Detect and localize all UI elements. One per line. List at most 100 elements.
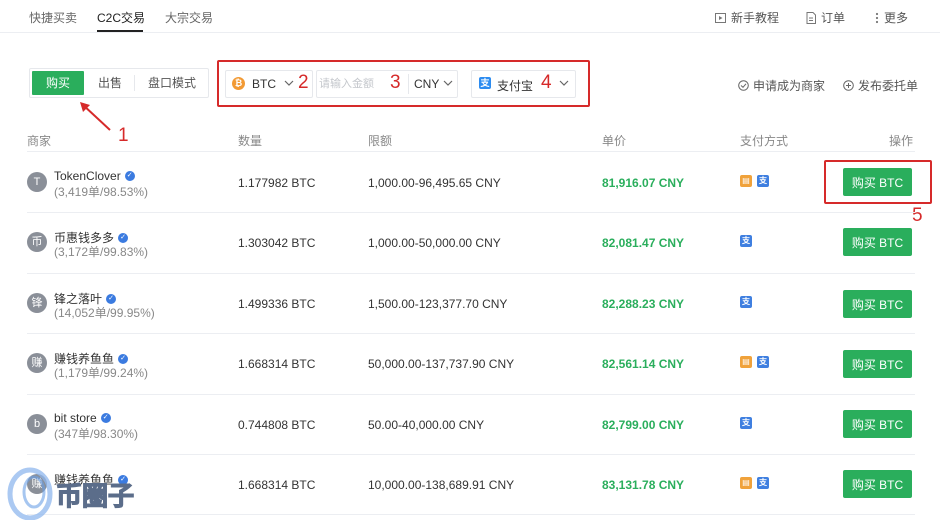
alipay-icon: 支: [757, 477, 769, 489]
sell-mode-button[interactable]: 出售: [86, 69, 134, 97]
chevron-down-icon: [284, 80, 294, 86]
quantity: 1.499336 BTC: [238, 297, 316, 311]
tab-quick-trade[interactable]: 快捷买卖: [29, 9, 77, 26]
quantity: 1.303042 BTC: [238, 236, 316, 250]
verified-icon: ✓: [100, 413, 111, 423]
buy-btc-button[interactable]: 购买 BTC: [843, 228, 912, 256]
post-order-link[interactable]: 发布委托单: [843, 77, 918, 94]
limit: 10,000.00-138,689.91 CNY: [368, 478, 515, 492]
alipay-icon: 支: [740, 417, 752, 429]
annotation-arrow-icon: [80, 102, 111, 131]
apply-merchant-link[interactable]: 申请成为商家: [738, 77, 825, 94]
merchant-stats: (14,052单/99.95%): [54, 306, 155, 320]
watermark-logo-icon: [7, 467, 53, 520]
merchant-name[interactable]: TokenClover ✓: [54, 169, 135, 183]
mode-selector: 购买 出售 盘口模式: [29, 68, 209, 98]
verified-icon: ✓: [118, 353, 129, 364]
coin-select-value: BTC: [252, 77, 276, 91]
quantity: 1.668314 BTC: [238, 478, 316, 492]
header-limit: 限额: [368, 134, 393, 148]
tab-c2c[interactable]: C2C交易: [97, 9, 145, 26]
limit: 1,000.00-50,000.00 CNY: [368, 236, 501, 250]
watermark: 币圈子: [0, 462, 150, 522]
price: 82,081.47 CNY: [602, 236, 685, 250]
table-row: 币 币惠钱多多 ✓ (3,172单/99.83%) 1.303042 BTC 1,…: [0, 213, 940, 273]
alipay-icon: 支: [479, 77, 491, 89]
verified-icon: ✓: [118, 232, 129, 243]
divider: [408, 74, 409, 94]
buy-button-highlight-box: [824, 160, 932, 204]
table-row: 赚 赚钱养鱼鱼 ✓ (1,179单/99.24%) 1.668314 BTC 50…: [0, 334, 940, 394]
price: 81,916.07 CNY: [602, 176, 685, 190]
quantity: 0.744808 BTC: [238, 418, 316, 432]
bank-card-icon: ▤: [740, 477, 752, 489]
chevron-down-icon[interactable]: [443, 80, 453, 86]
table-row: 锋 锋之落叶 ✓ (14,052单/99.95%) 1.499336 BTC 1,…: [0, 274, 940, 334]
avatar: 赚: [27, 353, 47, 373]
price: 82,288.23 CNY: [602, 297, 685, 311]
header-action: 操作: [889, 134, 914, 148]
divider: [27, 514, 915, 515]
more-label: 更多: [884, 11, 909, 25]
tutorial-label: 新手教程: [731, 11, 780, 25]
merchant-name-text: bit store: [54, 411, 97, 425]
alipay-icon: 支: [757, 356, 769, 368]
merchant-stats: (347单/98.30%): [54, 427, 139, 441]
annotation-number: 4: [541, 72, 552, 93]
price: 82,561.14 CNY: [602, 357, 685, 371]
limit: 50.00-40,000.00 CNY: [368, 418, 485, 432]
merchant-stats: (3,172单/99.83%): [54, 245, 149, 259]
watermark-text: 币圈子: [55, 481, 135, 512]
verified-icon: ✓: [124, 171, 135, 181]
limit: 1,500.00-123,377.70 CNY: [368, 297, 508, 311]
annotation-number: 3: [390, 72, 401, 93]
btc-coin-icon: ₿: [232, 77, 245, 90]
limit: 50,000.00-137,737.90 CNY: [368, 357, 515, 371]
tab-block-trade[interactable]: 大宗交易: [165, 9, 213, 26]
header-payment: 支付方式: [740, 134, 789, 148]
avatar: T: [27, 172, 47, 192]
header-price: 单价: [602, 134, 627, 148]
buy-btc-button[interactable]: 购买 BTC: [843, 410, 912, 438]
more-link[interactable]: 更多: [875, 9, 908, 26]
merchant-stats: (3,419单/98.53%): [54, 185, 149, 199]
post-order-label: 发布委托单: [858, 79, 919, 93]
avatar: 锋: [27, 293, 47, 313]
merchant-name-text: TokenClover: [54, 169, 121, 183]
buy-btc-button[interactable]: 购买 BTC: [843, 470, 912, 498]
tutorial-link[interactable]: 新手教程: [715, 9, 779, 26]
orders-label: 订单: [821, 11, 846, 25]
orders-link[interactable]: 订单: [806, 9, 845, 26]
more-dots-icon: [875, 12, 879, 23]
order-book-mode-button[interactable]: 盘口模式: [136, 69, 208, 97]
header-quantity: 数量: [238, 134, 263, 148]
plus-circle-icon: [843, 80, 854, 91]
bank-card-icon: ▤: [740, 356, 752, 368]
table-row: b bit store ✓ (347单/98.30%) 0.744808 BTC …: [0, 395, 940, 455]
document-icon: [806, 11, 816, 24]
annotation-number: 1: [118, 125, 129, 146]
avatar: b: [27, 414, 47, 434]
divider: [134, 75, 135, 91]
buy-mode-button[interactable]: 购买: [32, 71, 84, 95]
alipay-icon: 支: [757, 175, 769, 187]
alipay-icon: 支: [740, 296, 752, 308]
active-tab-indicator: [97, 30, 143, 32]
alipay-icon: 支: [740, 235, 752, 247]
price: 82,799.00 CNY: [602, 418, 685, 432]
quantity: 1.177982 BTC: [238, 176, 316, 190]
annotation-number: 2: [298, 72, 309, 93]
currency-select-value[interactable]: CNY: [414, 77, 439, 91]
verified-icon: ✓: [106, 293, 117, 304]
payment-select-value: 支付宝: [497, 79, 534, 93]
merchant-name[interactable]: bit store ✓: [54, 411, 111, 425]
price: 83,131.78 CNY: [602, 478, 685, 492]
buy-btc-button[interactable]: 购买 BTC: [843, 290, 912, 318]
header-merchant: 商家: [27, 134, 52, 148]
limit: 1,000.00-96,495.65 CNY: [368, 176, 501, 190]
bank-card-icon: ▤: [740, 175, 752, 187]
top-nav: 快捷买卖 C2C交易 大宗交易 新手教程 订单 更多: [0, 0, 940, 33]
check-circle-icon: [738, 80, 749, 91]
buy-btc-button[interactable]: 购买 BTC: [843, 350, 912, 378]
quantity: 1.668314 BTC: [238, 357, 316, 371]
